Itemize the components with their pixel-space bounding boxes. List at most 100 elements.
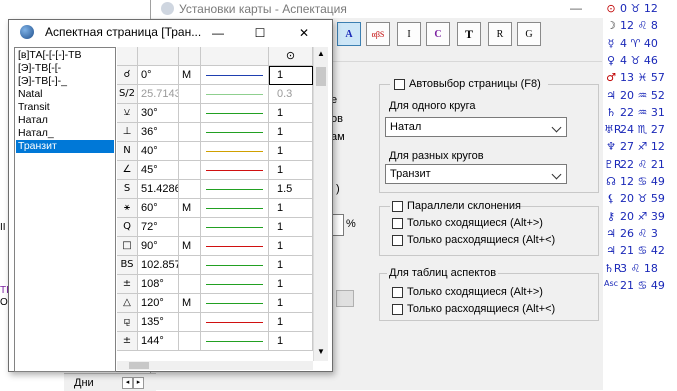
aspect-line-color[interactable] — [201, 199, 269, 218]
aspect-table[interactable]: ▲ ▼ ⊙ ☌ 0° M 1 S/2 25.7143 0.3 ⚺ 30° 1 ⊥ 36° 1 N 40° 1 ∠ 4… — [117, 47, 328, 370]
aspect-line-color[interactable] — [201, 256, 269, 275]
aspect-symbol[interactable]: □ — [117, 237, 138, 256]
major-flag[interactable]: M — [179, 66, 201, 85]
major-flag[interactable] — [179, 218, 201, 237]
aspect-line-color[interactable] — [201, 161, 269, 180]
aspect-symbol[interactable]: ± — [117, 332, 138, 351]
major-flag[interactable] — [179, 104, 201, 123]
orb-value[interactable]: 1 — [269, 256, 313, 275]
aspect-selection-icon[interactable]: A — [337, 22, 361, 46]
aspect-symbol[interactable]: ⚺ — [117, 104, 138, 123]
minimize-button[interactable]: — — [561, 0, 591, 18]
tab-days[interactable]: Дни — [74, 377, 94, 389]
maximize-button[interactable]: ☐ — [237, 20, 283, 46]
orb-value[interactable]: 1 — [269, 142, 313, 161]
list-item[interactable]: Натал — [16, 114, 114, 127]
horizontal-scrollbar[interactable] — [117, 361, 313, 370]
diverging-tables-checkbox[interactable] — [392, 304, 403, 315]
aspect-symbol[interactable]: BS — [117, 256, 138, 275]
aspect-line-color[interactable] — [201, 332, 269, 351]
converging-tables-checkbox[interactable] — [392, 287, 403, 298]
diverging-checkbox[interactable] — [392, 235, 403, 246]
aspect-symbol[interactable]: Q — [117, 218, 138, 237]
aspect-line-color[interactable] — [201, 218, 269, 237]
minimize-button[interactable]: — — [195, 20, 241, 46]
page-list[interactable]: [в]ТА[-[-[-]-ТВ [Э]-ТВ[-[- [Э]-ТВ[-]-_ Nata… — [14, 47, 116, 372]
auto-page-checkbox[interactable] — [394, 79, 405, 90]
colors-icon[interactable]: C — [426, 22, 450, 46]
aspect-degree[interactable]: 144° — [138, 332, 179, 351]
guide-icon[interactable]: G — [517, 22, 541, 46]
orb-value[interactable]: 1 — [269, 275, 313, 294]
aspect-line-color[interactable] — [201, 123, 269, 142]
orb-value[interactable]: 1 — [269, 123, 313, 142]
aspect-symbol[interactable]: ☌ — [117, 66, 138, 85]
aspect-degree[interactable]: 120° — [138, 294, 179, 313]
orb-value[interactable]: 1 — [269, 294, 313, 313]
aspect-line-color[interactable] — [201, 180, 269, 199]
orb-value[interactable]: 1 — [269, 332, 313, 351]
aspect-degree[interactable]: 36° — [138, 123, 179, 142]
aspect-degree[interactable]: 108° — [138, 275, 179, 294]
aspect-degree[interactable]: 0° — [138, 66, 179, 85]
aspect-line-color[interactable] — [201, 104, 269, 123]
aspect-degree[interactable]: 51.4286 — [138, 180, 179, 199]
aspect-symbol[interactable]: ⚼ — [117, 313, 138, 332]
aspect-line-color[interactable] — [201, 85, 269, 104]
orb-value[interactable]: 1.5 — [269, 180, 313, 199]
aspect-symbol[interactable]: △ — [117, 294, 138, 313]
orb-value[interactable]: 1 — [269, 66, 313, 85]
orb-value[interactable]: 1 — [269, 218, 313, 237]
declination-checkbox[interactable] — [392, 201, 403, 212]
aspect-symbols-icon[interactable]: αβS — [366, 22, 390, 46]
list-item[interactable]: Натал_ — [16, 127, 114, 140]
major-flag[interactable] — [179, 123, 201, 142]
aspect-degree[interactable]: 102.857 — [138, 256, 179, 275]
list-item[interactable]: Transit — [16, 101, 114, 114]
major-flag[interactable] — [179, 256, 201, 275]
font-icon[interactable]: T — [457, 22, 481, 46]
aspect-degree[interactable]: 45° — [138, 161, 179, 180]
aspect-degree[interactable]: 25.7143 — [138, 85, 179, 104]
list-item[interactable]: [в]ТА[-[-[-]-ТВ — [16, 49, 114, 62]
aspect-degree[interactable]: 30° — [138, 104, 179, 123]
aspect-line-color[interactable] — [201, 275, 269, 294]
ruler-icon[interactable]: R — [488, 22, 512, 46]
major-flag[interactable]: M — [179, 199, 201, 218]
aspect-symbol[interactable]: N — [117, 142, 138, 161]
scroll-right-icon[interactable]: ▸ — [133, 377, 144, 389]
list-item[interactable]: Транзит — [16, 140, 114, 153]
hscroll-thumb[interactable] — [129, 362, 149, 369]
converging-checkbox[interactable] — [392, 218, 403, 229]
orb-value[interactable]: 1 — [269, 237, 313, 256]
aspect-symbol[interactable]: ⊥ — [117, 123, 138, 142]
orb-value[interactable]: 1 — [269, 161, 313, 180]
one-circle-select[interactable]: Натал — [385, 117, 567, 137]
color-swatch-button[interactable] — [336, 290, 354, 307]
aspect-degree[interactable]: 135° — [138, 313, 179, 332]
aspect-degree[interactable]: 40° — [138, 142, 179, 161]
aspect-symbol[interactable]: ⚹ — [117, 199, 138, 218]
aspect-line-color[interactable] — [201, 313, 269, 332]
aspect-line-color[interactable] — [201, 66, 269, 85]
major-flag[interactable] — [179, 142, 201, 161]
major-flag[interactable] — [179, 313, 201, 332]
list-item[interactable]: [Э]-ТВ[-]-_ — [16, 75, 114, 88]
aspect-degree[interactable]: 90° — [138, 237, 179, 256]
aspect-line-color[interactable] — [201, 294, 269, 313]
list-item[interactable]: [Э]-ТВ[-[- — [16, 62, 114, 75]
orb-value[interactable]: 1 — [269, 104, 313, 123]
list-item[interactable]: Natal — [16, 88, 114, 101]
table-icon[interactable]: I — [397, 22, 421, 46]
scroll-thumb[interactable] — [316, 67, 326, 86]
aspect-degree[interactable]: 72° — [138, 218, 179, 237]
orb-value[interactable]: 1 — [269, 313, 313, 332]
scroll-left-icon[interactable]: ◂ — [122, 377, 133, 389]
major-flag[interactable] — [179, 161, 201, 180]
aspect-symbol[interactable]: S — [117, 180, 138, 199]
aspect-symbol[interactable]: ± — [117, 275, 138, 294]
major-flag[interactable]: M — [179, 294, 201, 313]
close-button[interactable]: ✕ — [281, 20, 327, 46]
major-flag[interactable] — [179, 275, 201, 294]
orb-value[interactable]: 0.3 — [269, 85, 313, 104]
